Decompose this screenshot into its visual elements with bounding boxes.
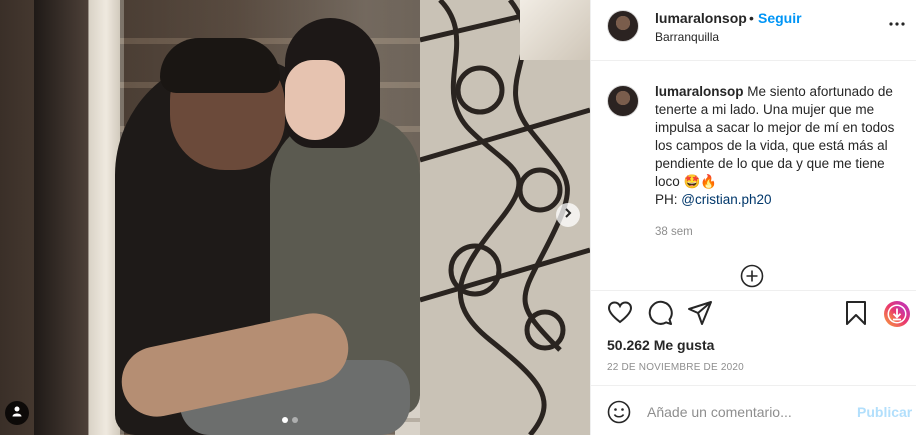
emoji-icon[interactable]: [607, 400, 631, 424]
stair-railing-left: [34, 0, 124, 435]
carousel-indicator: [282, 417, 298, 423]
comments-section: lumaralonsop Me siento afortunado de ten…: [591, 61, 916, 291]
caption-ph-prefix: PH:: [655, 192, 682, 207]
avatar[interactable]: [607, 85, 639, 117]
user-tag-button[interactable]: [5, 401, 29, 425]
caption-username[interactable]: lumaralonsop: [655, 84, 744, 99]
separator-dot: •: [749, 10, 754, 26]
post-date[interactable]: 22 DE NOVIEMBRE DE 2020: [607, 362, 744, 373]
user-tag-icon: [11, 404, 23, 422]
action-bar: [591, 300, 916, 330]
caption-mention-link[interactable]: @cristian.ph20: [681, 192, 771, 207]
location-link[interactable]: Barranquilla: [655, 30, 719, 44]
add-circle-icon[interactable]: [740, 264, 764, 288]
timestamp[interactable]: 38 sem: [655, 226, 693, 238]
caption-text: Me siento afortunado de tenerte a mi lad…: [655, 84, 895, 189]
comment-input[interactable]: [647, 400, 847, 424]
carousel-dot-active: [282, 417, 288, 423]
comment-icon[interactable]: [647, 300, 675, 328]
download-icon[interactable]: [883, 300, 911, 328]
man-hair: [160, 38, 280, 93]
bookmark-icon[interactable]: [843, 300, 871, 328]
post-header: lumaralonsop • Seguir Barranquilla: [591, 0, 916, 61]
carousel-dot: [292, 417, 298, 423]
more-options-icon[interactable]: [887, 14, 907, 34]
woman-face: [285, 60, 345, 140]
heart-icon[interactable]: [607, 300, 635, 328]
likes-count[interactable]: 50.262 Me gusta: [607, 337, 714, 353]
follow-button[interactable]: Seguir: [758, 10, 802, 26]
stair-railing-right: [520, 0, 590, 60]
publish-button[interactable]: Publicar: [857, 404, 912, 420]
post-photo[interactable]: [0, 0, 590, 435]
next-photo-button[interactable]: [556, 203, 580, 227]
avatar[interactable]: [607, 10, 639, 42]
post-caption: lumaralonsop Me siento afortunado de ten…: [655, 83, 900, 209]
comment-bar: Publicar: [591, 385, 916, 435]
chevron-right-icon: [562, 206, 574, 224]
share-icon[interactable]: [687, 300, 715, 328]
post-sidebar: lumaralonsop • Seguir Barranquilla lumar…: [590, 0, 916, 435]
username-link[interactable]: lumaralonsop: [655, 10, 747, 26]
